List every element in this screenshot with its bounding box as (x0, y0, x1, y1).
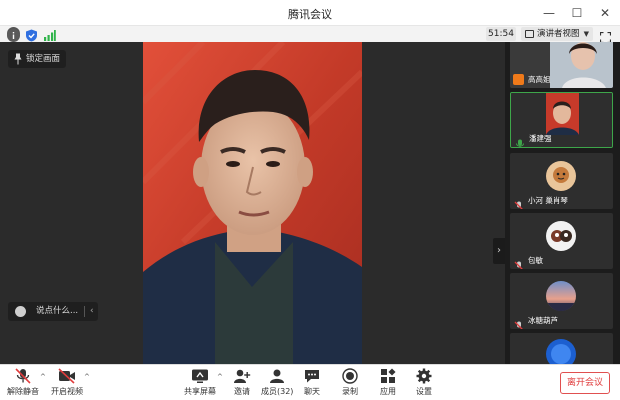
unmute-label: 解除静音 (7, 387, 39, 396)
chevron-down-icon: ▼ (583, 30, 589, 38)
chat-icon (305, 370, 319, 383)
apps-label: 应用 (380, 387, 396, 396)
participant-tile[interactable]: 小河 巢肖琴 (510, 153, 613, 209)
chat-label: 聊天 (304, 387, 320, 396)
leave-meeting-button[interactable]: 离开会议 (560, 372, 610, 394)
lock-view-label: 锁定画面 (26, 54, 61, 64)
view-icon (525, 30, 534, 38)
share-screen-icon (192, 369, 208, 383)
emoji-icon[interactable] (15, 306, 26, 317)
fullscreen-icon[interactable] (599, 28, 612, 44)
participant-sidebar[interactable]: 高高姐 潘建强 小河 巢肖琴 包敏 冰糖葫芦 (505, 42, 620, 364)
members-button[interactable]: 成员(32) (261, 368, 293, 400)
maximize-button[interactable]: ☐ (568, 4, 586, 22)
chat-placeholder: 说点什么... (36, 306, 79, 316)
mic-muted-icon (514, 256, 524, 269)
main-stage: 锁定画面 说点什么... ‹ › (0, 42, 505, 364)
add-user-icon (234, 369, 251, 383)
apps-button[interactable]: 应用 (374, 368, 402, 400)
meeting-timer: 51:54 (486, 27, 516, 41)
chevron-up-icon[interactable]: ^ (84, 373, 90, 381)
title-bar: 腾讯会议 — ☐ ✕ (0, 0, 620, 26)
participant-name: 小河 巢肖琴 (528, 196, 568, 205)
invite-button[interactable]: 邀请 (228, 368, 256, 400)
members-label: 成员(32) (261, 387, 294, 396)
share-screen-button[interactable]: 共享屏幕 (183, 368, 217, 400)
users-icon (270, 369, 284, 383)
participant-video (510, 42, 613, 88)
view-mode-button[interactable]: 演讲者视图 ▼ (521, 27, 593, 41)
speaker-video (143, 42, 362, 364)
speaker-portrait (143, 42, 362, 364)
participant-tile[interactable]: 冰糖葫芦 (510, 273, 613, 329)
microphone-icon (513, 74, 524, 85)
window-title: 腾讯会议 (288, 8, 332, 21)
unmute-button[interactable]: 解除静音 (6, 368, 40, 400)
participant-name: 潘建强 (529, 134, 552, 143)
signal-icon[interactable] (43, 27, 56, 41)
camera-off-icon (58, 368, 75, 384)
participant-name: 高高姐 (528, 75, 551, 84)
participant-tile[interactable]: 高高姐 (510, 42, 613, 88)
participant-tile[interactable]: 包敏 (510, 213, 613, 269)
chevron-up-icon[interactable]: ^ (217, 373, 223, 381)
mic-muted-icon (514, 196, 524, 209)
avatar (546, 161, 576, 191)
info-bar: 51:54 演讲者视图 ▼ (0, 26, 620, 44)
chevron-up-icon[interactable]: ^ (40, 373, 46, 381)
record-icon (342, 368, 358, 384)
share-screen-label: 共享屏幕 (184, 387, 216, 396)
mic-muted-icon (514, 316, 524, 329)
mic-muted-icon (15, 368, 31, 384)
lock-view-button[interactable]: 锁定画面 (8, 50, 67, 68)
settings-label: 设置 (416, 387, 432, 396)
chat-button[interactable]: 聊天 (298, 368, 326, 400)
minimize-button[interactable]: — (540, 4, 558, 22)
avatar (546, 339, 576, 364)
participant-tile-active[interactable]: 潘建强 (510, 92, 613, 148)
close-button[interactable]: ✕ (596, 4, 614, 22)
avatar (546, 221, 576, 251)
participant-video (511, 93, 612, 147)
record-label: 录制 (342, 387, 358, 396)
pin-icon (13, 53, 23, 65)
info-icon[interactable] (7, 27, 20, 42)
apps-icon (381, 368, 396, 383)
record-button[interactable]: 录制 (336, 368, 364, 400)
chat-input[interactable]: 说点什么... ‹ (8, 302, 98, 321)
collapse-sidebar-button[interactable]: › (493, 238, 505, 264)
divider (84, 306, 85, 317)
participant-tile[interactable] (510, 333, 613, 364)
settings-button[interactable]: 设置 (410, 368, 438, 400)
microphone-icon (515, 134, 525, 147)
start-video-label: 开启视频 (51, 387, 83, 396)
bottom-toolbar: 解除静音 ^ 开启视频 ^ 共享屏幕 ^ 邀请 成员(32) 聊天 录制 应用 … (0, 364, 620, 400)
avatar (546, 281, 576, 311)
start-video-button[interactable]: 开启视频 (50, 368, 84, 400)
participant-name: 冰糖葫芦 (528, 316, 558, 325)
invite-label: 邀请 (234, 387, 250, 396)
gear-icon (416, 368, 432, 384)
participant-name: 包敏 (528, 256, 543, 265)
chevron-left-icon[interactable]: ‹ (90, 302, 94, 321)
view-mode-label: 演讲者视图 (537, 29, 580, 39)
shield-icon[interactable] (25, 27, 38, 42)
